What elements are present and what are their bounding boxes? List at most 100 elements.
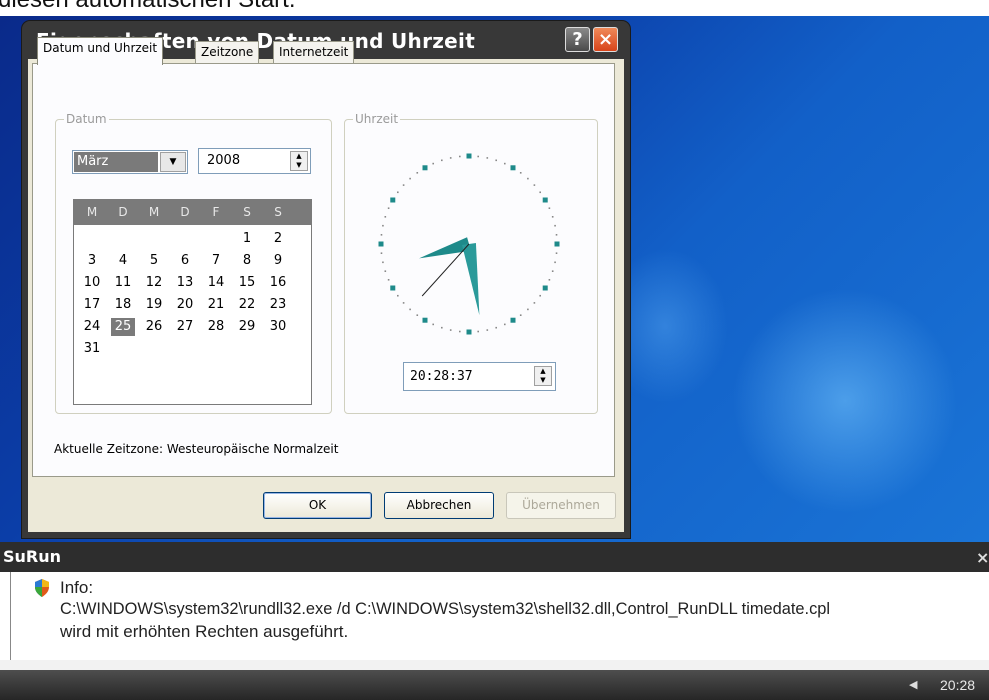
help-button[interactable]: ? xyxy=(565,27,590,52)
cancel-button[interactable]: Abbrechen xyxy=(384,492,494,519)
calendar-day[interactable]: 10 xyxy=(80,274,104,292)
calendar-day[interactable]: 24 xyxy=(80,318,104,336)
tab-date-time[interactable]: Datum und Uhrzeit xyxy=(37,37,164,65)
hour-marker xyxy=(554,241,560,247)
minute-dot xyxy=(441,326,443,329)
calendar-day[interactable]: 6 xyxy=(173,252,197,270)
calendar-day[interactable]: 25 xyxy=(111,318,135,336)
surun-close-icon[interactable]: × xyxy=(976,548,989,567)
minute-dot xyxy=(477,330,479,333)
taskbar-clock[interactable]: 20:28 xyxy=(940,677,975,693)
minute-dot xyxy=(519,172,522,174)
year-spinner[interactable]: 2008 ▲ ▼ xyxy=(198,148,311,174)
calendar-day[interactable]: 22 xyxy=(235,296,259,314)
calendar-day[interactable]: 29 xyxy=(235,318,259,336)
calendar-day[interactable]: 9 xyxy=(266,252,290,270)
minute-dot xyxy=(477,155,479,158)
minute-dot xyxy=(551,270,554,272)
calendar-day[interactable]: 17 xyxy=(80,296,104,314)
surun-title: SuRun xyxy=(3,547,62,566)
minute-dot xyxy=(527,308,529,311)
calendar-day[interactable]: 2 xyxy=(266,230,290,248)
minute-dot xyxy=(554,261,556,264)
spin-arrows-icon[interactable]: ▲ ▼ xyxy=(534,366,552,386)
surun-info-label: Info: xyxy=(60,578,94,597)
minute-dot xyxy=(486,329,489,331)
calendar-day[interactable]: 5 xyxy=(142,252,166,270)
minute-dot xyxy=(555,252,558,254)
minute-dot xyxy=(539,191,541,194)
surun-title-bar: SuRun × xyxy=(0,542,989,572)
calendar-day[interactable]: 21 xyxy=(204,296,228,314)
month-value: März xyxy=(74,152,158,172)
hour-marker xyxy=(542,197,548,203)
weekday-header: S xyxy=(243,205,251,219)
minute-dot xyxy=(548,207,551,210)
minute-dot xyxy=(459,330,461,333)
calendar-day[interactable]: 4 xyxy=(111,252,135,270)
minute-dot xyxy=(402,302,405,304)
minute-dot xyxy=(449,329,452,331)
calendar-day[interactable]: 7 xyxy=(204,252,228,270)
hour-marker xyxy=(466,153,472,159)
minute-dot xyxy=(382,261,384,264)
page-text-label: diesen automatischen Start. xyxy=(0,0,296,14)
minute-dot xyxy=(503,162,506,165)
minute-dot xyxy=(548,278,551,281)
minute-dot xyxy=(555,234,558,236)
minute-dot xyxy=(416,172,419,174)
calendar-day[interactable]: 13 xyxy=(173,274,197,292)
timezone-text: Aktuelle Zeitzone: Westeuropäische Norma… xyxy=(54,442,339,456)
minute-dot xyxy=(503,323,506,326)
minute-dot xyxy=(416,314,419,316)
ok-button[interactable]: OK xyxy=(263,492,372,519)
calendar-day[interactable]: 11 xyxy=(111,274,135,292)
hour-marker xyxy=(510,165,516,171)
calendar-day[interactable]: 8 xyxy=(235,252,259,270)
minute-dot xyxy=(387,278,390,281)
calendar-day[interactable]: 16 xyxy=(266,274,290,292)
year-value: 2008 xyxy=(207,153,241,168)
minute-dot xyxy=(519,314,522,316)
weekday-header: D xyxy=(180,205,190,219)
calendar-day[interactable]: 26 xyxy=(142,318,166,336)
calendar-day[interactable]: 23 xyxy=(266,296,290,314)
tab-internet-time[interactable]: Internetzeit xyxy=(273,41,355,63)
time-group-label: Uhrzeit xyxy=(353,112,401,126)
minute-dot xyxy=(533,184,536,186)
calendar-header: MDMDFSS xyxy=(74,200,311,225)
minute-dot xyxy=(527,177,529,180)
month-dropdown[interactable]: März ▼ xyxy=(72,150,188,174)
calendar-day[interactable]: 27 xyxy=(173,318,197,336)
weekday-header: M xyxy=(86,205,98,219)
spin-arrows-icon[interactable]: ▲ ▼ xyxy=(290,151,308,171)
minute-dot xyxy=(441,159,443,162)
tray-expand-icon[interactable]: ◀ xyxy=(909,678,917,691)
calendar-day[interactable]: 3 xyxy=(80,252,104,270)
calendar-day[interactable]: 18 xyxy=(111,296,135,314)
calendar-day[interactable]: 20 xyxy=(173,296,197,314)
minute-dot xyxy=(409,177,411,180)
time-spinner[interactable]: 20:28:37 ▲ ▼ xyxy=(403,362,556,391)
calendar-day[interactable]: 15 xyxy=(235,274,259,292)
lower-strip xyxy=(0,660,989,670)
calendar-day[interactable]: 19 xyxy=(142,296,166,314)
hour-marker xyxy=(422,165,428,171)
calendar-day[interactable]: 28 xyxy=(204,318,228,336)
weekday-header: D xyxy=(118,205,128,219)
minute-dot xyxy=(539,294,541,297)
apply-button[interactable]: Übernehmen xyxy=(506,492,616,519)
hour-marker xyxy=(390,197,396,203)
minute-dot xyxy=(432,162,435,165)
chevron-down-icon[interactable]: ▼ xyxy=(160,152,186,172)
minute-dot xyxy=(495,326,497,329)
calendar-day[interactable]: 12 xyxy=(142,274,166,292)
calendar-day[interactable]: 30 xyxy=(266,318,290,336)
time-value: 20:28:37 xyxy=(410,369,473,384)
close-button[interactable]: × xyxy=(593,27,618,52)
hour-marker xyxy=(390,285,396,291)
calendar-day[interactable]: 31 xyxy=(80,340,104,358)
calendar-day[interactable]: 14 xyxy=(204,274,228,292)
tab-timezone[interactable]: Zeitzone xyxy=(195,41,260,63)
calendar-day[interactable]: 1 xyxy=(235,230,259,248)
